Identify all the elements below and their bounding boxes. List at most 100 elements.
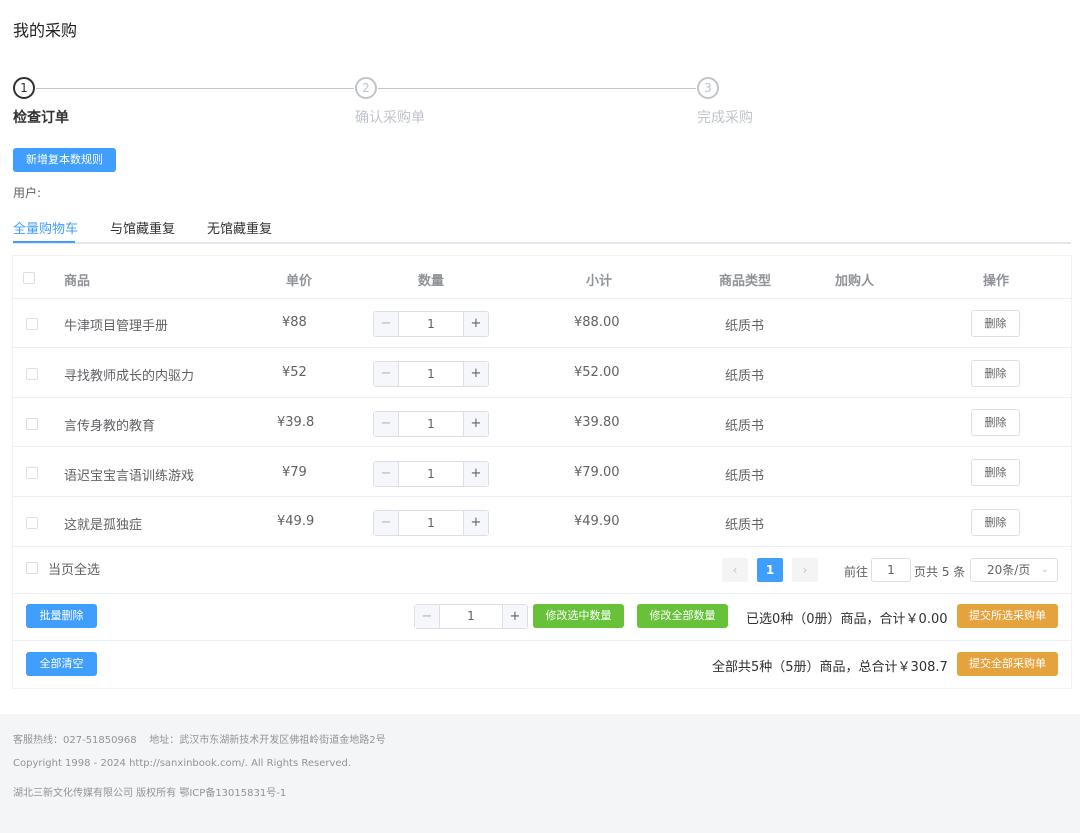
tab-active-indicator [13, 241, 75, 243]
unit-price: ¥49.9 [277, 514, 315, 529]
row-checkbox[interactable] [26, 318, 38, 330]
tab-full-cart[interactable]: 全量购物车 [13, 218, 78, 237]
product-type: 纸质书 [725, 469, 765, 484]
quantity-stepper: − 1 + [373, 361, 489, 387]
modify-all-quantity-button[interactable]: 修改全部数量 [637, 604, 728, 628]
bulk-quantity-input[interactable]: 1 [440, 605, 502, 628]
user-label: 用户: [13, 186, 42, 200]
select-all-checkbox[interactable] [26, 562, 38, 574]
delete-button[interactable]: 删除 [971, 409, 1020, 436]
step-1-label: 检查订单 [13, 110, 69, 126]
quantity-input[interactable]: 1 [399, 362, 463, 386]
page-header: 我的采购 [0, 0, 1080, 51]
total-count-text: 页共 5 条 [914, 565, 966, 579]
plus-icon[interactable]: + [463, 462, 488, 486]
row-checkbox[interactable] [26, 517, 38, 529]
minus-icon[interactable]: − [374, 362, 399, 386]
step-1-circle: 1 [13, 77, 35, 99]
column-header-quantity: 数量 [418, 274, 445, 289]
plus-icon[interactable]: + [463, 412, 488, 436]
row-divider [13, 397, 1071, 398]
goto-label: 前往 [844, 565, 869, 579]
row-divider [13, 593, 1071, 594]
quantity-stepper: − 1 + [373, 311, 489, 337]
row-checkbox[interactable] [26, 368, 38, 380]
quantity-input[interactable]: 1 [399, 462, 463, 486]
unit-price: ¥88 [282, 315, 307, 330]
subtotal: ¥79.00 [574, 465, 620, 480]
row-divider [13, 347, 1071, 348]
step-3-label: 完成采购 [697, 110, 753, 126]
next-page-icon[interactable]: › [792, 558, 818, 582]
product-type: 纸质书 [725, 518, 765, 533]
subtotal: ¥52.00 [574, 365, 620, 380]
row-checkbox[interactable] [26, 418, 38, 430]
quantity-stepper: − 1 + [373, 411, 489, 437]
row-divider [13, 640, 1071, 641]
product-type: 纸质书 [725, 319, 765, 334]
quantity-stepper: − 1 + [373, 510, 489, 536]
page-title: 我的采购 [13, 21, 78, 40]
column-header-type: 商品类型 [719, 274, 772, 289]
unit-price: ¥52 [282, 365, 307, 380]
product-name: 语迟宝宝言语训练游戏 [64, 469, 195, 484]
quantity-input[interactable]: 1 [399, 511, 463, 535]
subtotal: ¥88.00 [574, 315, 620, 330]
modify-selected-quantity-button[interactable]: 修改选中数量 [533, 604, 624, 628]
subtotal: ¥39.80 [574, 415, 620, 430]
quantity-stepper: − 1 + [373, 461, 489, 487]
minus-icon[interactable]: − [415, 605, 440, 628]
product-type: 纸质书 [725, 419, 765, 434]
selected-summary: 已选0种（0册）商品，合计￥0.00 [746, 612, 948, 627]
header-select-checkbox[interactable] [23, 272, 35, 284]
submit-all-button[interactable]: 提交全部采购单 [957, 652, 1058, 676]
row-divider [13, 298, 1071, 299]
page-size-select[interactable]: 20条/页 ⌄ [970, 558, 1058, 582]
prev-page-icon[interactable]: ‹ [722, 558, 748, 582]
submit-selected-button[interactable]: 提交所选采购单 [957, 604, 1058, 628]
column-header-subtotal: 小计 [586, 274, 613, 289]
batch-delete-button[interactable]: 批量删除 [26, 604, 97, 628]
product-type: 纸质书 [725, 369, 765, 384]
step-2-label: 确认采购单 [355, 110, 425, 126]
row-divider [13, 446, 1071, 447]
clear-all-button[interactable]: 全部清空 [26, 652, 97, 676]
footer-contact: 客服热线：027-51850968 地址：武汉市东湖新技术开发区佛祖岭街道金地路… [13, 735, 386, 746]
plus-icon[interactable]: + [463, 362, 488, 386]
total-summary: 全部共5种（5册）商品，总合计￥308.7 [712, 660, 948, 675]
delete-button[interactable]: 删除 [971, 509, 1020, 536]
page-size-value: 20条/页 [987, 563, 1031, 577]
minus-icon[interactable]: − [374, 312, 399, 336]
plus-icon[interactable]: + [463, 511, 488, 535]
product-name: 言传身教的教育 [64, 419, 156, 434]
footer-company: 湖北三新文化传媒有限公司 版权所有 鄂ICP备13015831号-1 [13, 788, 287, 799]
quantity-input[interactable]: 1 [399, 312, 463, 336]
delete-button[interactable]: 删除 [971, 310, 1020, 337]
row-divider [13, 496, 1071, 497]
unit-price: ¥39.8 [277, 415, 315, 430]
row-divider [13, 546, 1071, 547]
minus-icon[interactable]: − [374, 462, 399, 486]
plus-icon[interactable]: + [502, 605, 527, 628]
tab-no-duplicate-collection[interactable]: 无馆藏重复 [207, 218, 272, 237]
plus-icon[interactable]: + [463, 312, 488, 336]
row-checkbox[interactable] [26, 467, 38, 479]
column-header-price: 单价 [286, 274, 313, 289]
delete-button[interactable]: 删除 [971, 459, 1020, 486]
column-header-product: 商品 [64, 274, 91, 289]
page-1-button[interactable]: 1 [757, 558, 783, 582]
minus-icon[interactable]: − [374, 412, 399, 436]
step-connector [378, 88, 696, 89]
bulk-quantity-stepper: − 1 + [414, 604, 528, 629]
tab-duplicate-collection[interactable]: 与馆藏重复 [110, 218, 175, 237]
column-header-buyer: 加购人 [835, 274, 875, 289]
product-name: 这就是孤独症 [64, 518, 143, 533]
step-2-circle: 2 [355, 77, 377, 99]
chevron-down-icon: ⌄ [1040, 564, 1049, 575]
product-name: 寻找教师成长的内驱力 [64, 369, 195, 384]
quantity-input[interactable]: 1 [399, 412, 463, 436]
goto-page-input[interactable]: 1 [871, 558, 911, 582]
delete-button[interactable]: 删除 [971, 360, 1020, 387]
add-copy-rule-button[interactable]: 新增复本数规则 [13, 148, 116, 172]
minus-icon[interactable]: − [374, 511, 399, 535]
